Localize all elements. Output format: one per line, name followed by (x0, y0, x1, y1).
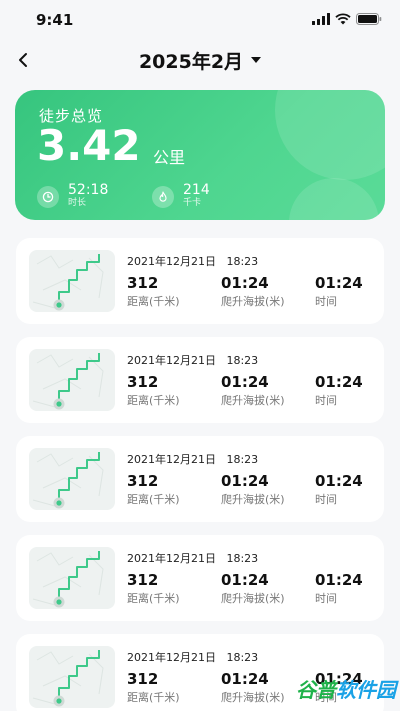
status-time: 9:41 (36, 11, 74, 29)
route-map-icon (32, 551, 104, 608)
ascent-value: 01:24 (221, 373, 269, 391)
distance-label: 距离(千米) (127, 394, 180, 407)
route-thumbnail (29, 547, 115, 609)
record-date: 2021年12月21日 18:23 (127, 453, 259, 466)
time-label: 时间 (315, 394, 337, 407)
battery-icon (356, 13, 382, 25)
record-card[interactable]: 2021年12月21日 18:23 312 距离(千米) 01:24 爬升海拔(米) 01… (16, 535, 384, 621)
duration-value: 52:18 (68, 182, 109, 198)
distance-metric: 312 距离(千米) (127, 274, 180, 309)
distance-value: 312 (127, 472, 159, 490)
ascent-label: 爬升海拔(米) (221, 295, 285, 308)
duration-label: 时长 (68, 198, 87, 209)
calories-label: 千卡 (183, 198, 202, 209)
record-date: 2021年12月21日 18:23 (127, 354, 259, 367)
route-map-icon (32, 452, 104, 509)
watermark: 谷普 软件园 (296, 672, 396, 704)
wifi-icon (335, 13, 351, 25)
status-bar: 9:41 (0, 0, 400, 40)
record-card[interactable]: 2021年12月21日 18:23 312 距离(千米) 01:24 爬升海拔(米) 01… (16, 238, 384, 324)
distance-label: 距离(千米) (127, 691, 180, 704)
ascent-value: 01:24 (221, 274, 269, 292)
time-value: 01:24 (315, 274, 363, 292)
decorative-circle (289, 178, 379, 220)
time-label: 时间 (315, 592, 337, 605)
time-value: 01:24 (315, 472, 363, 490)
route-thumbnail (29, 349, 115, 411)
ascent-metric: 01:24 爬升海拔(米) (221, 274, 285, 309)
nav-bar: 2025年2月 (0, 42, 400, 78)
time-label: 时间 (315, 493, 337, 506)
month-picker[interactable]: 2025年2月 (0, 46, 400, 74)
route-thumbnail (29, 448, 115, 510)
distance-unit: 公里 (153, 148, 186, 167)
distance-value: 312 (127, 373, 159, 391)
summary-card: 徒步总览 3.42 公里 52:18 时长 214 千卡 (15, 90, 385, 220)
clock-icon (37, 185, 59, 208)
flame-icon (152, 185, 174, 208)
ascent-label: 爬升海拔(米) (221, 394, 285, 407)
distance-label: 距离(千米) (127, 493, 180, 506)
distance-metric: 312 距离(千米) (127, 373, 180, 408)
distance-metric: 312 距离(千米) (127, 472, 180, 507)
time-metric: 01:24 时间 (315, 472, 363, 507)
distance-metric: 312 距离(千米) (127, 571, 180, 606)
ascent-value: 01:24 (221, 571, 269, 589)
ascent-metric: 01:24 爬升海拔(米) (221, 670, 285, 705)
distance-value: 312 (127, 571, 159, 589)
record-date: 2021年12月21日 18:23 (127, 552, 259, 565)
time-metric: 01:24 时间 (315, 274, 363, 309)
calories-value: 214 (183, 182, 210, 198)
time-metric: 01:24 时间 (315, 571, 363, 606)
route-map-icon (32, 650, 104, 707)
route-thumbnail (29, 250, 115, 312)
watermark-green-text: 谷普 (296, 677, 336, 702)
watermark-blue-text: 软件园 (336, 677, 396, 702)
distance-value: 312 (127, 274, 159, 292)
time-value: 01:24 (315, 373, 363, 391)
ascent-label: 爬升海拔(米) (221, 592, 285, 605)
ascent-value: 01:24 (221, 472, 269, 490)
distance-label: 距离(千米) (127, 295, 180, 308)
status-icons (312, 12, 382, 26)
record-card[interactable]: 2021年12月21日 18:23 312 距离(千米) 01:24 爬升海拔(米) 01… (16, 436, 384, 522)
ascent-metric: 01:24 爬升海拔(米) (221, 571, 285, 606)
distance-metric: 312 距离(千米) (127, 670, 180, 705)
time-label: 时间 (315, 295, 337, 308)
signal-icon (312, 13, 330, 25)
calories-stat: 214 千卡 (152, 182, 210, 210)
route-map-icon (32, 353, 104, 410)
ascent-label: 爬升海拔(米) (221, 493, 285, 506)
month-label: 2025年2月 (138, 50, 244, 73)
ascent-label: 爬升海拔(米) (221, 691, 285, 704)
ascent-metric: 01:24 爬升海拔(米) (221, 373, 285, 408)
record-card[interactable]: 2021年12月21日 18:23 312 距离(千米) 01:24 爬升海拔(米) 01… (16, 337, 384, 423)
ascent-value: 01:24 (221, 670, 269, 688)
time-value: 01:24 (315, 571, 363, 589)
record-date: 2021年12月21日 18:23 (127, 651, 259, 664)
distance-label: 距离(千米) (127, 592, 180, 605)
duration-stat: 52:18 时长 (37, 182, 109, 210)
route-map-icon (32, 254, 104, 311)
decorative-circle (275, 90, 385, 180)
dropdown-triangle-icon (251, 57, 262, 63)
total-distance: 3.42 (37, 121, 141, 170)
distance-value: 312 (127, 670, 159, 688)
record-date: 2021年12月21日 18:23 (127, 255, 259, 268)
ascent-metric: 01:24 爬升海拔(米) (221, 472, 285, 507)
route-thumbnail (29, 646, 115, 708)
time-metric: 01:24 时间 (315, 373, 363, 408)
